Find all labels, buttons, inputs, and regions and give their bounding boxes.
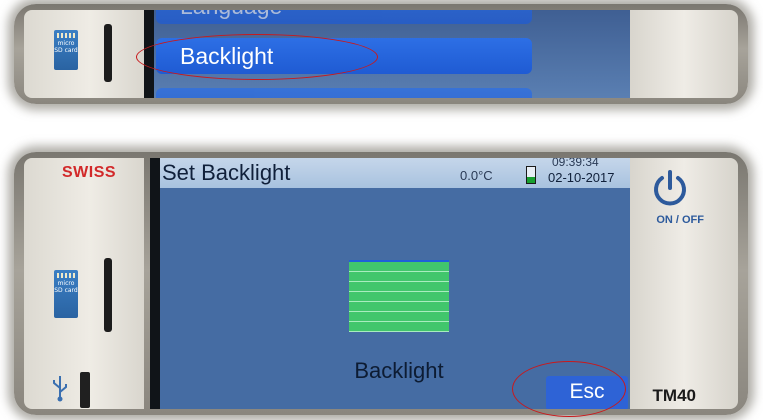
time-readout: 09:39:34 <box>552 158 599 169</box>
model-label: TM40 <box>652 386 696 405</box>
power-label: ON / OFF <box>656 214 704 226</box>
brand-logo: SWISS <box>62 164 117 181</box>
battery-icon <box>526 166 536 184</box>
sd-slot <box>104 258 112 332</box>
bottom-photo-panel: micro SD card SWISS Set Backlight 0.0°C … <box>14 152 748 415</box>
device-right-body: ON / OFF TM40 <box>630 158 738 409</box>
backlight-level-indicator[interactable] <box>349 260 449 332</box>
status-bar: Set Backlight 0.0°C 09:39:34 02-10-2017 <box>160 158 638 188</box>
sd-slot <box>104 24 112 82</box>
usb-icon <box>53 376 67 402</box>
power-icon[interactable] <box>650 168 690 208</box>
highlight-ring-backlight <box>136 34 378 80</box>
date-readout: 02-10-2017 <box>548 170 615 185</box>
sd-card-icon: micro SD card <box>54 270 78 318</box>
top-photo-panel: micro SD card Language Backlight Buzzer <box>14 4 748 104</box>
highlight-ring-esc <box>512 361 626 417</box>
sd-card-label: micro SD card <box>54 280 78 294</box>
sd-card-icon: micro SD card <box>54 30 78 70</box>
device-left-body: micro SD card <box>24 10 144 98</box>
menu-item-buzzer[interactable]: Buzzer <box>156 88 532 98</box>
mini-usb-port <box>80 372 90 408</box>
menu-item-language[interactable]: Language <box>156 10 532 24</box>
screen-title: Set Backlight <box>162 160 291 185</box>
device-right-body <box>630 10 738 98</box>
temperature-readout: 0.0°C <box>460 168 493 183</box>
sd-card-label: micro SD card <box>54 40 78 54</box>
